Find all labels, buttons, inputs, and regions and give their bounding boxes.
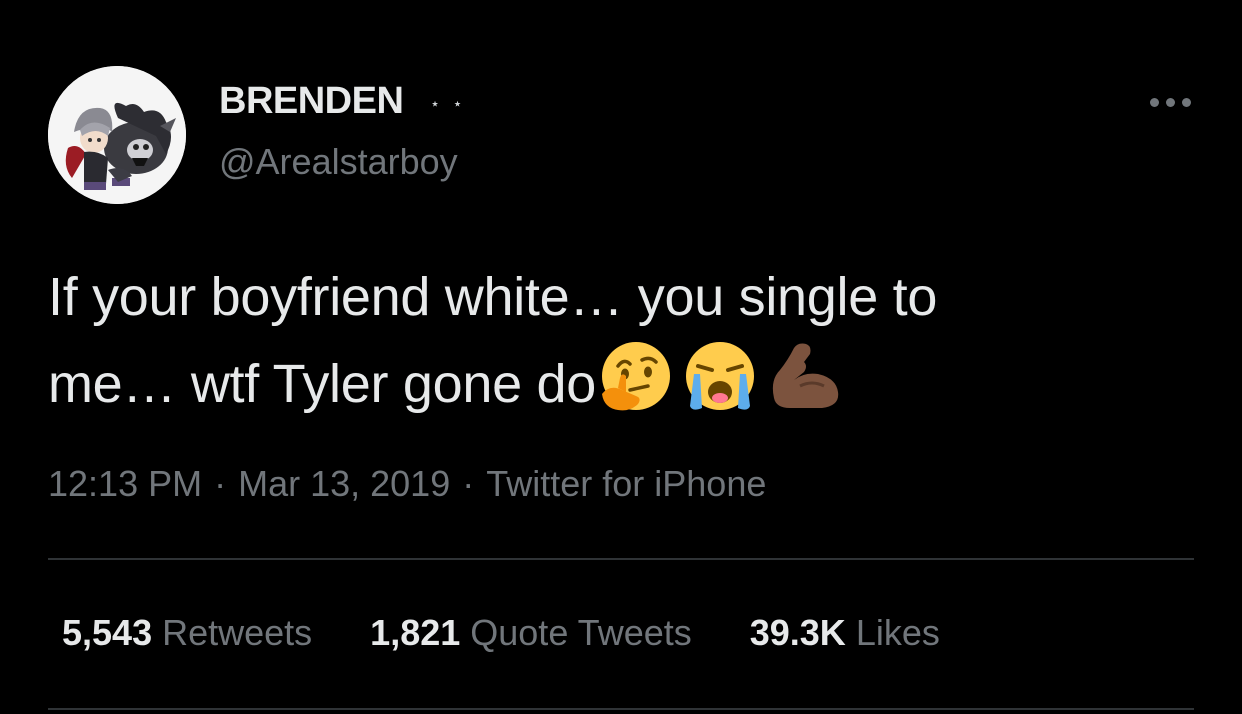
divider bbox=[48, 558, 1194, 560]
retweets-stat[interactable]: 5,543 Retweets bbox=[62, 612, 312, 654]
tweet-time[interactable]: 12:13 PM bbox=[48, 463, 202, 504]
avatar[interactable] bbox=[48, 66, 186, 204]
flexed-biceps-emoji-icon bbox=[764, 336, 844, 416]
more-dot bbox=[1149, 97, 1159, 107]
tweet-metadata: 12:13 PM · Mar 13, 2019 · Twitter for iPhone bbox=[48, 463, 766, 505]
retweets-label: Retweets bbox=[162, 612, 313, 653]
tweet-text: If your boyfriend white… you single to m… bbox=[48, 258, 1198, 423]
quote-tweets-count: 1,821 bbox=[370, 612, 461, 653]
likes-count: 39.3K bbox=[749, 612, 846, 653]
name-decoration: ⋆ ⋆ bbox=[430, 96, 467, 113]
loudly-crying-face-emoji-icon bbox=[680, 336, 760, 416]
separator: · bbox=[462, 463, 475, 504]
author-handle[interactable]: @Arealstarboy bbox=[219, 141, 458, 183]
more-dot bbox=[1181, 97, 1191, 107]
thinking-face-emoji-icon bbox=[596, 336, 676, 416]
more-options-icon[interactable] bbox=[1142, 84, 1198, 120]
likes-label: Likes bbox=[855, 612, 940, 653]
tweet-date[interactable]: Mar 13, 2019 bbox=[238, 463, 450, 504]
divider bbox=[48, 708, 1194, 710]
anime-character-avatar-icon bbox=[48, 66, 186, 204]
author-display-name[interactable]: BRENDEN bbox=[219, 80, 404, 123]
retweets-count: 5,543 bbox=[62, 612, 153, 653]
tweet-text-segment: me… wtf Tyler gone do bbox=[48, 354, 596, 414]
likes-stat[interactable]: 39.3K Likes bbox=[750, 612, 940, 654]
separator: · bbox=[214, 463, 227, 504]
tweet-stats: 5,543 Retweets 1,821 Quote Tweets 39.3K Lik… bbox=[62, 612, 940, 654]
more-dot bbox=[1165, 97, 1175, 107]
tweet-text-line: If your boyfriend white… you single to bbox=[48, 267, 938, 327]
tweet-source[interactable]: Twitter for iPhone bbox=[486, 463, 766, 504]
quote-tweets-stat[interactable]: 1,821 Quote Tweets bbox=[370, 612, 692, 654]
tweet-text-line: me… wtf Tyler gone do bbox=[48, 336, 1198, 423]
quote-tweets-label: Quote Tweets bbox=[470, 612, 692, 653]
